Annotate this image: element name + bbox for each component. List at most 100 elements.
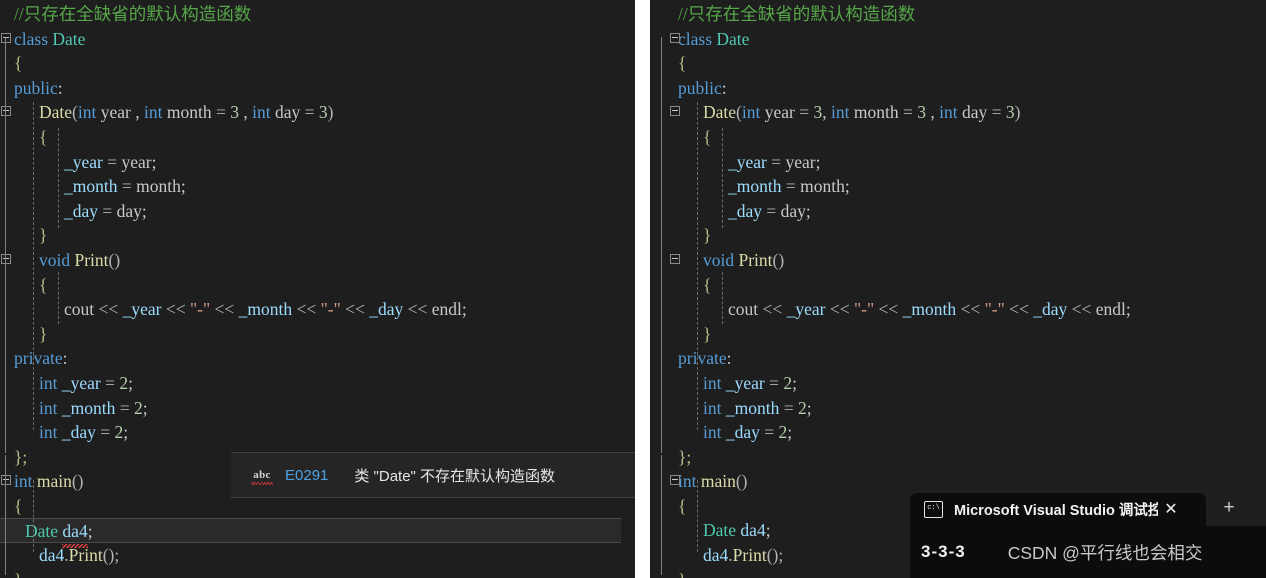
collapse-outline-icon[interactable] xyxy=(1,32,11,43)
code-token: _year xyxy=(64,151,103,172)
code-line[interactable]: Date(int year = 3, int month = 3 , int d… xyxy=(664,100,1131,125)
code-token: = xyxy=(215,102,226,123)
code-token: 2 xyxy=(114,422,124,443)
code-token: _year xyxy=(122,299,162,320)
code-token: ; xyxy=(128,372,133,393)
code-token: int xyxy=(14,471,33,492)
code-token: da4 xyxy=(703,545,729,566)
code-token: = xyxy=(766,200,777,221)
code-line[interactable]: //只存在全缺省的默认构造函数 xyxy=(664,2,1131,27)
code-token: << xyxy=(1004,299,1034,320)
code-line[interactable]: Date(int year , int month = 3 , int day … xyxy=(0,100,621,125)
code-line[interactable]: private: xyxy=(0,346,621,371)
collapse-outline-icon[interactable] xyxy=(670,253,680,264)
code-line[interactable]: cout << _year << "-" << _month << "-" <<… xyxy=(0,297,621,322)
code-line[interactable]: int _month = 2; xyxy=(664,396,1131,421)
code-line[interactable]: } xyxy=(664,223,1131,248)
code-token: 3 xyxy=(230,102,239,123)
code-line[interactable]: } xyxy=(664,322,1131,347)
code-line[interactable]: class Date xyxy=(664,27,1131,52)
code-token: 3 xyxy=(813,102,823,123)
terminal-tab[interactable]: c:\ Microsoft Visual Studio 调试控 ✕ xyxy=(910,493,1206,526)
code-line[interactable]: private: xyxy=(664,346,1131,371)
collapse-outline-icon[interactable] xyxy=(1,475,11,486)
code-token: void xyxy=(703,249,735,270)
code-token: ; xyxy=(87,521,93,542)
code-token: month xyxy=(849,102,903,123)
code-line[interactable]: { xyxy=(664,51,1131,76)
indent-guide xyxy=(697,480,698,552)
code-token: day xyxy=(270,102,305,123)
code-token: day xyxy=(957,102,992,123)
code-line[interactable]: _month = month; xyxy=(0,174,621,199)
code-token: , xyxy=(238,102,253,123)
code-line[interactable]: { xyxy=(664,125,1131,150)
code-token: int xyxy=(830,102,850,123)
csdn-watermark: CSDN @平行线也会相交 xyxy=(1007,542,1203,563)
code-line[interactable]: _year = year; xyxy=(0,150,621,175)
code-line[interactable]: } xyxy=(0,568,621,578)
code-line[interactable]: void Print() xyxy=(664,248,1131,273)
code-line[interactable]: void Print() xyxy=(0,248,621,273)
collapse-outline-icon[interactable] xyxy=(670,32,680,43)
code-line[interactable]: { xyxy=(664,273,1131,298)
code-token: 2 xyxy=(119,372,129,393)
editor-pane-left[interactable]: //只存在全缺省的默认构造函数 class Date{public: Date(in… xyxy=(0,0,635,578)
terminal-window[interactable]: c:\ Microsoft Visual Studio 调试控 ✕ + 3-3-… xyxy=(910,489,1266,578)
code-line[interactable]: _year = year; xyxy=(664,150,1131,175)
code-token: int xyxy=(703,397,722,418)
error-tooltip[interactable]: abc E0291 类 "Date" 不存在默认构造函数 xyxy=(231,452,635,498)
collapse-outline-icon[interactable] xyxy=(1,106,11,117)
collapse-outline-icon[interactable] xyxy=(670,106,680,117)
code-token: _day xyxy=(1033,299,1068,320)
code-line[interactable]: } xyxy=(0,223,621,248)
code-line[interactable]: //只存在全缺省的默认构造函数 xyxy=(0,2,621,27)
collapse-outline-icon[interactable] xyxy=(1,253,11,264)
close-icon[interactable]: ✕ xyxy=(1158,501,1184,518)
code-token: class xyxy=(678,28,713,49)
terminal-body[interactable]: 3-3-3 CSDN @平行线也会相交 xyxy=(910,526,1266,578)
collapse-outline-icon[interactable] xyxy=(670,475,680,486)
terminal-titlebar[interactable]: c:\ Microsoft Visual Studio 调试控 ✕ + xyxy=(910,489,1266,526)
code-line[interactable]: public: xyxy=(0,76,621,101)
code-line[interactable]: public: xyxy=(664,76,1131,101)
code-line[interactable]: { xyxy=(0,273,621,298)
code-line[interactable]: int _year = 2; xyxy=(0,371,621,396)
code-token: year; xyxy=(781,151,821,172)
code-token: } xyxy=(39,225,48,246)
code-token: { xyxy=(703,126,712,147)
code-line[interactable]: }; xyxy=(664,445,1131,470)
code-line[interactable]: int _day = 2; xyxy=(0,420,621,445)
code-token: ; xyxy=(142,397,148,418)
code-line[interactable]: da4.Print(); xyxy=(0,543,621,568)
code-line[interactable]: cout << _year << "-" << _month << "-" <<… xyxy=(664,297,1131,322)
code-line[interactable]: _month = month; xyxy=(664,174,1131,199)
code-token: _month xyxy=(64,176,118,197)
code-line[interactable]: int _year = 2; xyxy=(664,371,1131,396)
screenshot-root: //只存在全缺省的默认构造函数 class Date{public: Date(in… xyxy=(0,0,1266,578)
error-message: 类 "Date" 不存在默认构造函数 xyxy=(354,467,556,485)
code-line[interactable]: int _day = 2; xyxy=(664,420,1131,445)
code-token: << xyxy=(956,299,985,320)
code-token: "-" xyxy=(320,299,341,320)
code-token: Date xyxy=(25,521,59,542)
code-line[interactable]: Date da4; xyxy=(0,518,621,548)
code-line[interactable]: } xyxy=(0,322,621,347)
code-token: year; xyxy=(117,151,157,172)
code-token: _day xyxy=(369,299,404,320)
code-token: "-" xyxy=(190,299,211,320)
code-token: } xyxy=(703,323,712,344)
code-line[interactable]: _day = day; xyxy=(664,199,1131,224)
code-token: _year xyxy=(725,372,765,393)
code-token: { xyxy=(678,53,687,74)
code-line[interactable]: _day = day; xyxy=(0,199,621,224)
new-tab-button[interactable]: + xyxy=(1206,489,1252,526)
code-line[interactable]: int _month = 2; xyxy=(0,396,621,421)
code-line[interactable]: { xyxy=(0,125,621,150)
code-token: _day xyxy=(728,200,763,221)
code-line[interactable]: class Date xyxy=(0,27,621,52)
code-token: = xyxy=(764,422,775,443)
code-token: 2 xyxy=(783,372,793,393)
code-line[interactable]: { xyxy=(0,51,621,76)
code-token: month; xyxy=(131,176,186,197)
